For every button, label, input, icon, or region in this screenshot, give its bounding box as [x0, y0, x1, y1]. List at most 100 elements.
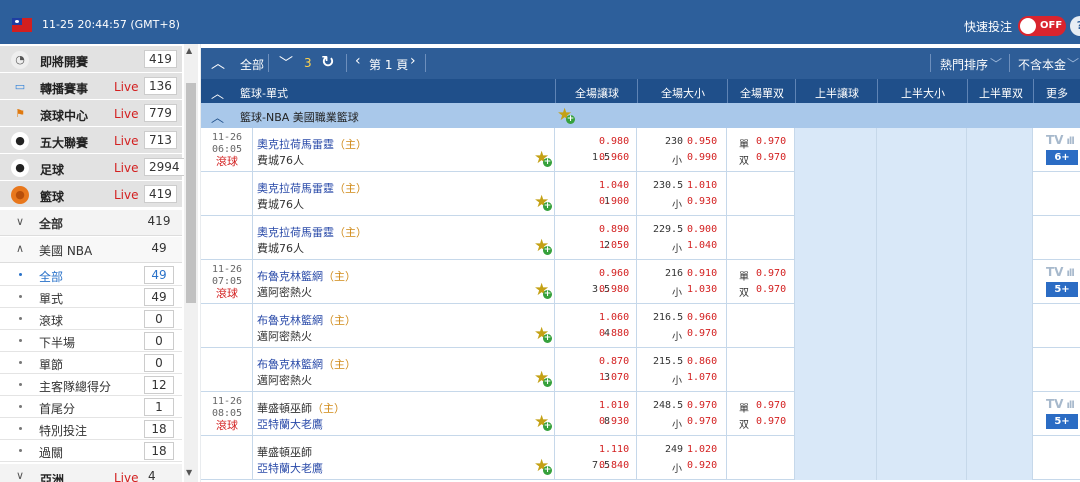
- home-team[interactable]: 奧克拉荷馬雷霆（主）: [257, 180, 367, 196]
- under-odds[interactable]: 0.990: [687, 152, 717, 163]
- handicap-away-odds[interactable]: 0.840: [599, 460, 629, 471]
- sub-item[interactable]: 單節 0: [0, 352, 182, 374]
- sport-item[interactable]: ● 足球 Live 2994: [0, 154, 185, 181]
- tv-icon[interactable]: TV ıll: [1046, 397, 1075, 411]
- handicap-home-odds[interactable]: 0.980: [599, 136, 629, 147]
- home-team[interactable]: 華盛頓巫師（主）: [257, 400, 345, 416]
- chevron-down-icon[interactable]: ﹀: [279, 53, 293, 73]
- away-team[interactable]: 亞特蘭大老鷹: [257, 460, 323, 476]
- region-row[interactable]: ∨ 亞洲 Live 4: [0, 464, 182, 482]
- more-bets-button[interactable]: 6+: [1046, 150, 1078, 165]
- refresh-icon[interactable]: ↻: [321, 52, 334, 71]
- handicap-home-odds[interactable]: 1.110: [599, 444, 629, 455]
- sport-item[interactable]: ◔ 即將開賽 419: [0, 46, 182, 73]
- odd-odds[interactable]: 0.970: [756, 400, 786, 411]
- home-team[interactable]: 布魯克林籃網（主）: [257, 356, 356, 372]
- favorite-add-icon[interactable]: ★ +: [534, 458, 552, 475]
- home-team[interactable]: 奧克拉荷馬雷霆（主）: [257, 136, 367, 152]
- over-odds[interactable]: 0.860: [687, 356, 717, 367]
- sub-item[interactable]: 下半場 0: [0, 330, 182, 352]
- sport-item[interactable]: ● 五大聯賽 Live 713: [0, 127, 182, 154]
- league-row[interactable]: ︿ 籃球-NBA 美國職業籃球 ★ +: [201, 103, 1080, 128]
- scrollbar-thumb[interactable]: [186, 83, 196, 303]
- sub-item[interactable]: 過關 18: [0, 440, 182, 462]
- under-odds[interactable]: 0.970: [687, 416, 717, 427]
- filter-all-button[interactable]: 全部: [240, 56, 264, 73]
- even-odds[interactable]: 0.970: [756, 284, 786, 295]
- tv-icon[interactable]: TV ıll: [1046, 265, 1075, 279]
- over-odds[interactable]: 1.010: [687, 180, 717, 191]
- home-team[interactable]: 布魯克林籃網（主）: [257, 312, 356, 328]
- collapse-league-icon[interactable]: ︿: [211, 83, 224, 102]
- sort-chevron-icon[interactable]: ﹀: [990, 55, 1002, 72]
- over-odds[interactable]: 0.910: [687, 268, 717, 279]
- handicap-away-odds[interactable]: 1.050: [599, 240, 629, 251]
- favorite-add-icon[interactable]: ★ +: [534, 414, 552, 431]
- tv-icon[interactable]: TV ıll: [1046, 133, 1075, 147]
- scroll-down-icon[interactable]: ▼: [186, 468, 192, 477]
- all-leagues-row[interactable]: ∨ 全部 419: [0, 210, 182, 236]
- away-team[interactable]: 邁阿密熱火: [257, 284, 312, 300]
- over-odds[interactable]: 0.900: [687, 224, 717, 235]
- sub-item[interactable]: 單式 49: [0, 286, 182, 308]
- next-page-icon[interactable]: ›: [410, 53, 416, 69]
- favorite-add-icon[interactable]: ★ +: [534, 282, 552, 299]
- odd-odds[interactable]: 0.970: [756, 136, 786, 147]
- principal-dropdown[interactable]: 不含本金: [1018, 56, 1066, 73]
- under-odds[interactable]: 0.930: [687, 196, 717, 207]
- quick-bet-toggle[interactable]: OFF: [1018, 16, 1066, 36]
- more-bets-button[interactable]: 5+: [1046, 282, 1078, 297]
- home-team[interactable]: 奧克拉荷馬雷霆（主）: [257, 224, 367, 240]
- under-odds[interactable]: 0.970: [687, 328, 717, 339]
- handicap-away-odds[interactable]: 0.900: [599, 196, 629, 207]
- collapse-all-icon[interactable]: ︿: [211, 53, 225, 73]
- even-odds[interactable]: 0.970: [756, 152, 786, 163]
- over-odds[interactable]: 0.970: [687, 400, 717, 411]
- league-nba-row[interactable]: ∧ 美國 NBA 49: [0, 237, 182, 263]
- under-odds[interactable]: 0.920: [687, 460, 717, 471]
- favorite-add-icon[interactable]: ★ +: [534, 194, 552, 211]
- handicap-home-odds[interactable]: 1.040: [599, 180, 629, 191]
- favorite-add-icon[interactable]: ★ +: [534, 370, 552, 387]
- scroll-up-icon[interactable]: ▲: [186, 46, 192, 55]
- home-team[interactable]: 布魯克林籃網（主）: [257, 268, 356, 284]
- sort-dropdown[interactable]: 熱門排序: [940, 56, 988, 73]
- odd-odds[interactable]: 0.970: [756, 268, 786, 279]
- away-team[interactable]: 邁阿密熱火: [257, 328, 312, 344]
- handicap-home-odds[interactable]: 1.060: [599, 312, 629, 323]
- principal-chevron-icon[interactable]: ﹀: [1067, 55, 1079, 72]
- handicap-home-odds[interactable]: 0.960: [599, 268, 629, 279]
- sub-item[interactable]: 全部 49: [0, 264, 182, 286]
- sport-item[interactable]: ● 籃球 Live 419: [0, 181, 182, 208]
- collapse-league-icon[interactable]: ︿: [211, 107, 224, 126]
- sport-item[interactable]: ⚑ 滾球中心 Live 779: [0, 100, 182, 127]
- even-odds[interactable]: 0.970: [756, 416, 786, 427]
- prev-page-icon[interactable]: ‹: [355, 53, 361, 69]
- handicap-away-odds[interactable]: 0.980: [599, 284, 629, 295]
- page-label[interactable]: 第 1 頁: [369, 56, 408, 73]
- handicap-home-odds[interactable]: 0.870: [599, 356, 629, 367]
- away-team[interactable]: 費城76人: [257, 240, 304, 256]
- handicap-away-odds[interactable]: 0.880: [599, 328, 629, 339]
- sub-item[interactable]: 主客隊總得分 12: [0, 374, 182, 396]
- sub-item[interactable]: 特別投注 18: [0, 418, 182, 440]
- favorite-add-icon[interactable]: ★ +: [534, 150, 552, 167]
- over-odds[interactable]: 0.960: [687, 312, 717, 323]
- away-team[interactable]: 亞特蘭大老鷹: [257, 416, 323, 432]
- handicap-away-odds[interactable]: 0.930: [599, 416, 629, 427]
- over-odds[interactable]: 1.020: [687, 444, 717, 455]
- away-team[interactable]: 費城76人: [257, 152, 304, 168]
- help-icon[interactable]: ?: [1070, 16, 1080, 36]
- sub-item[interactable]: 首尾分 1: [0, 396, 182, 418]
- handicap-away-odds[interactable]: 0.960: [599, 152, 629, 163]
- handicap-home-odds[interactable]: 0.890: [599, 224, 629, 235]
- home-team[interactable]: 華盛頓巫師: [257, 444, 312, 460]
- favorite-add-icon[interactable]: ★ +: [557, 107, 575, 124]
- favorite-add-icon[interactable]: ★ +: [534, 326, 552, 343]
- over-odds[interactable]: 0.950: [687, 136, 717, 147]
- sub-item[interactable]: 滾球 0: [0, 308, 182, 330]
- under-odds[interactable]: 1.040: [687, 240, 717, 251]
- favorite-add-icon[interactable]: ★ +: [534, 238, 552, 255]
- under-odds[interactable]: 1.070: [687, 372, 717, 383]
- sport-item[interactable]: ▭ 轉播賽事 Live 136: [0, 73, 182, 100]
